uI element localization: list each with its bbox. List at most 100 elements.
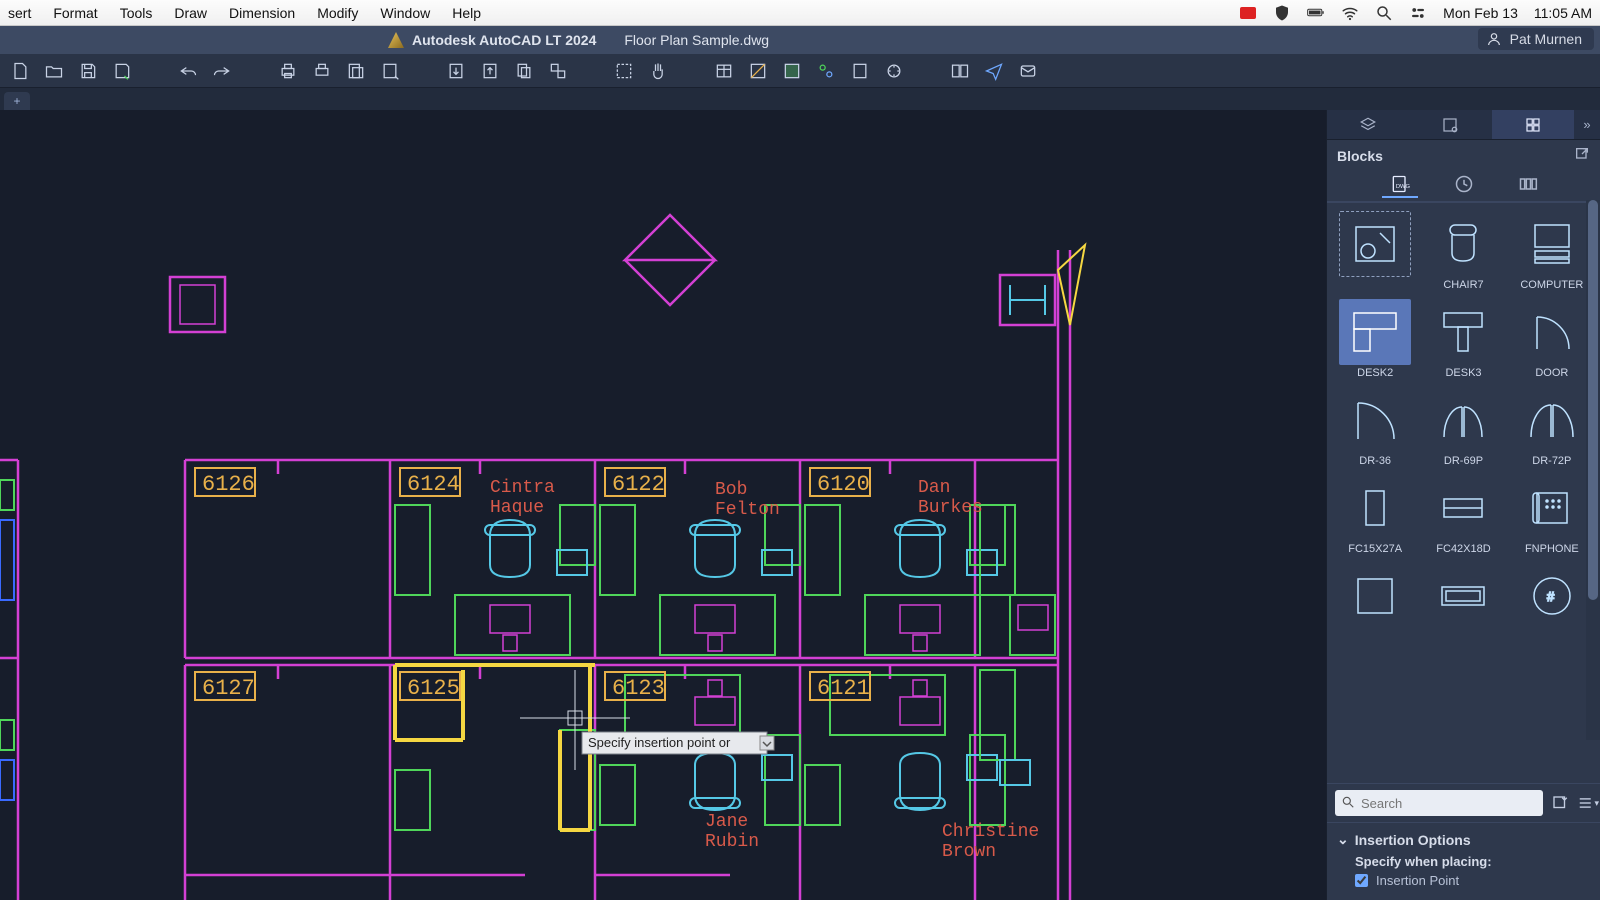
send-button[interactable] bbox=[980, 58, 1008, 84]
user-chip[interactable]: Pat Murnen bbox=[1478, 28, 1594, 50]
block-item-DR-36[interactable]: DR-36 bbox=[1335, 387, 1415, 467]
menu-format[interactable]: Format bbox=[53, 5, 97, 21]
insertion-tooltip: Specify insertion point or bbox=[582, 732, 774, 754]
menubar-time[interactable]: 11:05 AM bbox=[1534, 5, 1592, 21]
block-item-DR-69P[interactable]: DR-69P bbox=[1423, 387, 1503, 467]
control-center-icon[interactable] bbox=[1409, 4, 1427, 22]
block-label: FC15X27A bbox=[1348, 543, 1402, 555]
menu-tools[interactable]: Tools bbox=[120, 5, 153, 21]
blocks-view-icon[interactable]: ▾ bbox=[1577, 792, 1599, 814]
menu-insert[interactable]: sert bbox=[8, 5, 31, 21]
svg-text:Bob: Bob bbox=[715, 480, 747, 500]
svg-text:6124: 6124 bbox=[407, 472, 460, 497]
menubar-date[interactable]: Mon Feb 13 bbox=[1443, 5, 1518, 21]
svg-text:DWG: DWG bbox=[1395, 184, 1410, 190]
blocks-source-tabs: DWG bbox=[1327, 171, 1600, 203]
import-button[interactable] bbox=[442, 58, 470, 84]
blocks-tab-library[interactable] bbox=[1510, 172, 1546, 198]
redo-button[interactable] bbox=[208, 58, 236, 84]
block-item-FC42X18D[interactable]: FC42X18D bbox=[1423, 475, 1503, 555]
insertion-options: ⌄ Insertion Options Specify when placing… bbox=[1327, 822, 1600, 900]
plot-button[interactable] bbox=[376, 58, 404, 84]
attach-button[interactable] bbox=[510, 58, 538, 84]
panel-title: Blocks bbox=[1337, 148, 1383, 164]
app-titlebar: Autodesk AutoCAD LT 2024 Floor Plan Samp… bbox=[0, 26, 1600, 54]
insertion-options-header[interactable]: ⌄ Insertion Options bbox=[1337, 831, 1590, 848]
blocks-grid-scroll[interactable]: CHAIR7 COMPUTER DESK2 DESK3DOOR DR-36DR-69PD… bbox=[1327, 203, 1600, 783]
block-item-DESK2[interactable]: DESK2 bbox=[1335, 299, 1415, 379]
block-item-CHAIR7[interactable]: CHAIR7 bbox=[1423, 211, 1503, 291]
feedback-button[interactable] bbox=[1014, 58, 1042, 84]
layout-button[interactable] bbox=[342, 58, 370, 84]
area-button[interactable] bbox=[610, 58, 638, 84]
menu-help[interactable]: Help bbox=[452, 5, 481, 21]
svg-text:Jane: Jane bbox=[705, 812, 748, 832]
svg-text:6127: 6127 bbox=[202, 676, 255, 701]
print-button[interactable] bbox=[274, 58, 302, 84]
svg-text:#: # bbox=[1547, 589, 1555, 604]
xref-button[interactable] bbox=[544, 58, 572, 84]
panel-tab-overflow[interactable]: » bbox=[1574, 117, 1600, 132]
block-item-unnamed[interactable] bbox=[1335, 563, 1415, 631]
tab-start[interactable]: + bbox=[4, 92, 30, 110]
block-item-unnamed[interactable]: # bbox=[1512, 563, 1592, 631]
svg-text:6123: 6123 bbox=[612, 676, 665, 701]
hatch-button[interactable] bbox=[778, 58, 806, 84]
insertion-point-checkbox[interactable] bbox=[1355, 874, 1368, 887]
pan-button[interactable] bbox=[644, 58, 672, 84]
block-item-DR-72P[interactable]: DR-72P bbox=[1512, 387, 1592, 467]
block-item-unnamed[interactable] bbox=[1335, 211, 1415, 291]
page-button[interactable] bbox=[308, 58, 336, 84]
screen-record-icon[interactable] bbox=[1239, 4, 1257, 22]
blocks-search-box[interactable] bbox=[1335, 790, 1543, 816]
block-label: FNPHONE bbox=[1525, 543, 1579, 555]
menu-draw[interactable]: Draw bbox=[174, 5, 207, 21]
layer-button[interactable] bbox=[846, 58, 874, 84]
save-button[interactable] bbox=[74, 58, 102, 84]
svg-text:6122: 6122 bbox=[612, 472, 665, 497]
chevron-down-icon: ⌄ bbox=[1337, 831, 1349, 848]
panel-popout-icon[interactable] bbox=[1574, 146, 1590, 165]
block-item-FNPHONE[interactable]: FNPHONE bbox=[1512, 475, 1592, 555]
block-label: DESK2 bbox=[1357, 367, 1393, 379]
shield-icon[interactable] bbox=[1273, 4, 1291, 22]
search-icon[interactable] bbox=[1375, 4, 1393, 22]
blocks-scrollbar-track[interactable] bbox=[1586, 200, 1600, 740]
panel-tab-layers[interactable] bbox=[1327, 110, 1409, 139]
blocks-scrollbar-thumb[interactable] bbox=[1588, 200, 1598, 600]
opt-insertion-point[interactable]: Insertion Point bbox=[1355, 873, 1590, 888]
drawing-canvas[interactable]: 6126 6124 6122 6120 6127 6125 6123 6121 … bbox=[0, 110, 1326, 900]
wifi-icon[interactable] bbox=[1341, 4, 1359, 22]
svg-text:6120: 6120 bbox=[817, 472, 870, 497]
block-item-DOOR[interactable]: DOOR bbox=[1512, 299, 1592, 379]
main-toolbar bbox=[0, 54, 1600, 88]
new-button[interactable] bbox=[6, 58, 34, 84]
block-item-unnamed[interactable] bbox=[1423, 563, 1503, 631]
blocks-tab-recent[interactable] bbox=[1446, 172, 1482, 198]
undo-button[interactable] bbox=[174, 58, 202, 84]
block-item-DESK3[interactable]: DESK3 bbox=[1423, 299, 1503, 379]
blocks-search-row: ▾ bbox=[1327, 783, 1600, 822]
menu-dimension[interactable]: Dimension bbox=[229, 5, 295, 21]
compare-button[interactable] bbox=[946, 58, 974, 84]
menu-modify[interactable]: Modify bbox=[317, 5, 358, 21]
block-button[interactable] bbox=[744, 58, 772, 84]
block-label: COMPUTER bbox=[1520, 279, 1583, 291]
dim-button[interactable] bbox=[812, 58, 840, 84]
block-item-FC15X27A[interactable]: FC15X27A bbox=[1335, 475, 1415, 555]
menu-window[interactable]: Window bbox=[380, 5, 430, 21]
battery-icon[interactable] bbox=[1307, 4, 1325, 22]
block-item-COMPUTER[interactable]: COMPUTER bbox=[1512, 211, 1592, 291]
open-button[interactable] bbox=[40, 58, 68, 84]
panel-tab-properties[interactable] bbox=[1409, 110, 1491, 139]
blocks-sync-icon[interactable] bbox=[1551, 792, 1569, 814]
block-label: CHAIR7 bbox=[1443, 279, 1483, 291]
blocks-search-input[interactable] bbox=[1361, 796, 1537, 811]
svg-text:Specify insertion point or: Specify insertion point or bbox=[588, 735, 731, 750]
saveas-button[interactable] bbox=[108, 58, 136, 84]
props-button[interactable] bbox=[880, 58, 908, 84]
export-button[interactable] bbox=[476, 58, 504, 84]
blocks-tab-current[interactable]: DWG bbox=[1382, 172, 1418, 198]
panel-tab-blocks[interactable] bbox=[1492, 110, 1574, 139]
table-button[interactable] bbox=[710, 58, 738, 84]
